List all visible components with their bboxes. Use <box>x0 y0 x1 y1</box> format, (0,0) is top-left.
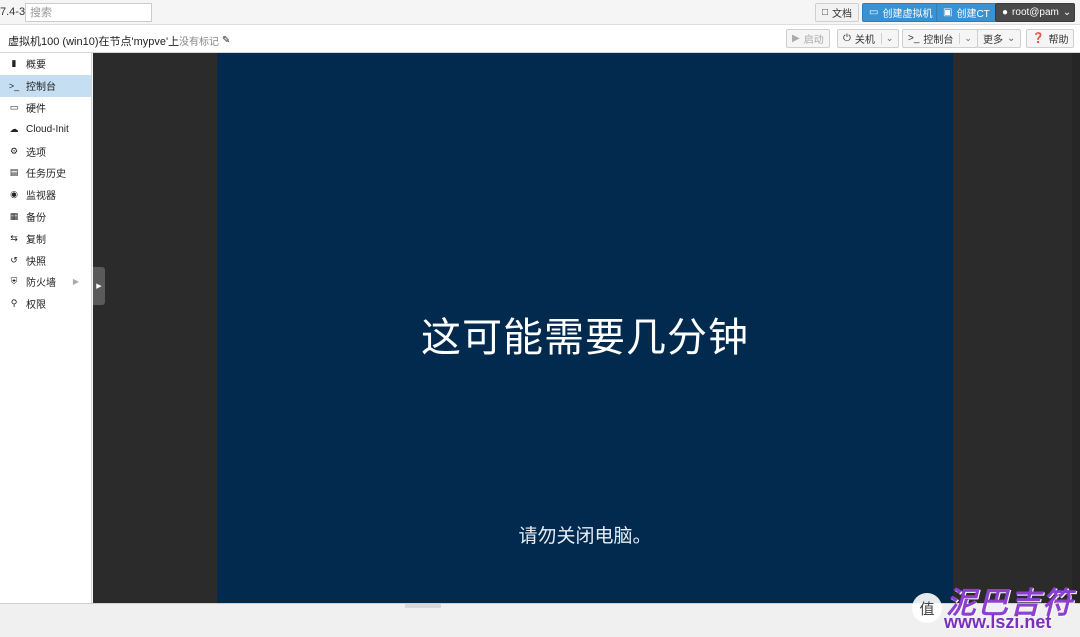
floppy-icon: ▦ <box>9 210 19 221</box>
create-vm-button[interactable]: ▭ 创建虚拟机 <box>862 3 940 22</box>
chevron-down-icon[interactable]: ⌄ <box>959 33 972 44</box>
list-icon: ▤ <box>9 167 19 178</box>
sidebar-item-label: Cloud-Init <box>26 123 69 135</box>
top-bar: 7.4-3 □ 文档 ▭ 创建虚拟机 ▣ 创建CT ● root@pam ⌄ <box>0 0 1080 25</box>
sidebar-item-summary[interactable]: ▮ 概要 <box>0 53 91 75</box>
watermark-badge: 值 <box>912 593 942 623</box>
tag-label: 没有标记 <box>179 37 219 48</box>
sidebar: ▮ 概要 >_ 控制台 ▭ 硬件 ☁ Cloud-Init ⚙ 选项 ▤ 任务历… <box>0 53 92 603</box>
sidebar-item-console[interactable]: >_ 控制台 <box>0 74 91 97</box>
sidebar-item-label: 任务历史 <box>26 169 66 181</box>
sidebar-item-label: 选项 <box>26 147 46 159</box>
cloud-icon: ☁ <box>9 123 19 134</box>
start-label: 启动 <box>803 35 824 46</box>
setup-message: 这可能需要几分钟 <box>421 316 749 360</box>
eye-icon: ◉ <box>10 189 18 200</box>
create-ct-label: 创建CT <box>956 9 990 20</box>
question-icon: ❓ <box>1032 33 1045 44</box>
chevron-down-icon[interactable]: ⌄ <box>880 33 893 44</box>
sidebar-item-label: 防火墙 <box>26 278 56 290</box>
sidebar-item-permissions[interactable]: ⚲ 权限 <box>0 293 91 315</box>
play-icon: ▶ <box>792 33 800 44</box>
sidebar-item-label: 快照 <box>26 256 46 268</box>
watermark-url: www.lszi.net <box>944 612 1052 632</box>
console-viewport[interactable]: ▶ 这可能需要几分钟 请勿关闭电脑。 <box>93 53 1080 603</box>
sidebar-item-snapshots[interactable]: ↺ 快照 <box>0 249 91 271</box>
power-icon: ⏻ <box>843 33 851 44</box>
version-label: 7.4-3 <box>0 6 26 18</box>
sidebar-item-cloud-init[interactable]: ☁ Cloud-Init <box>0 118 91 140</box>
console-label: 控制台 <box>923 35 954 46</box>
sidebar-item-label: 硬件 <box>26 103 46 115</box>
user-label: root@pam <box>1012 7 1059 18</box>
create-vm-label: 创建虚拟机 <box>882 9 933 20</box>
shutdown-label: 关机 <box>854 35 875 46</box>
sidebar-item-replication[interactable]: ⇆ 复制 <box>0 227 91 249</box>
docs-label: 文档 <box>832 9 853 20</box>
sidebar-item-task-history[interactable]: ▤ 任务历史 <box>0 162 91 184</box>
retweet-icon: ⇆ <box>10 232 18 243</box>
terminal-icon: >_ <box>8 80 20 91</box>
console-scrollbar[interactable] <box>1072 53 1080 603</box>
sidebar-item-monitor[interactable]: ◉ 监视器 <box>0 184 91 206</box>
terminal-icon: >_ <box>908 33 920 44</box>
history-icon: ↺ <box>10 254 18 265</box>
sidebar-item-label: 概要 <box>26 60 46 72</box>
shutdown-button[interactable]: ⏻ 关机 ⌄ <box>837 29 900 48</box>
vm-header: 虚拟机100 (win10)在节点'mypve'上 没有标记 ✎ ▶ 启动 ⏻ … <box>0 25 1080 53</box>
help-label: 帮助 <box>1048 35 1069 46</box>
panel-splitter[interactable] <box>405 604 441 608</box>
sidebar-item-label: 控制台 <box>26 82 56 94</box>
monitor-icon: ▭ <box>869 7 879 18</box>
gear-icon: ⚙ <box>9 145 19 156</box>
sidebar-item-hardware[interactable]: ▭ 硬件 <box>0 97 91 119</box>
sidebar-item-label: 复制 <box>26 234 46 246</box>
start-button[interactable]: ▶ 启动 <box>786 29 830 48</box>
sidebar-item-label: 权限 <box>26 300 46 312</box>
help-button[interactable]: ❓ 帮助 <box>1026 29 1075 48</box>
pencil-icon: ✎ <box>222 35 231 46</box>
search-input[interactable] <box>25 3 152 22</box>
sidebar-item-label: 备份 <box>26 212 46 224</box>
sidebar-item-label: 监视器 <box>26 191 56 203</box>
book-icon: □ <box>822 7 829 18</box>
tag-editor[interactable]: 没有标记 ✎ <box>179 33 230 48</box>
vm-screen[interactable]: 这可能需要几分钟 请勿关闭电脑。 <box>217 53 953 603</box>
chevron-down-icon: ⌄ <box>1062 7 1072 18</box>
console-button[interactable]: >_ 控制台 ⌄ <box>902 29 978 48</box>
sidebar-collapse-handle[interactable]: ▶ <box>93 267 105 305</box>
page-title: 虚拟机100 (win10)在节点'mypve'上 <box>8 36 180 48</box>
docs-button[interactable]: □ 文档 <box>815 3 860 22</box>
sidebar-item-backup[interactable]: ▦ 备份 <box>0 206 91 228</box>
create-ct-button[interactable]: ▣ 创建CT <box>936 3 997 22</box>
user-icon: ● <box>1002 7 1009 18</box>
shield-icon: ⛨ <box>10 276 18 287</box>
sidebar-item-firewall[interactable]: ⛨ 防火墙 ▶ <box>0 271 91 293</box>
sidebar-item-options[interactable]: ⚙ 选项 <box>0 140 91 162</box>
more-label: 更多 <box>983 35 1003 46</box>
cube-icon: ▣ <box>943 7 953 18</box>
book-icon: ▮ <box>11 58 17 69</box>
setup-submessage: 请勿关闭电脑。 <box>518 526 652 547</box>
chevron-down-icon: ⌄ <box>1007 33 1016 44</box>
monitor-icon: ▭ <box>9 101 19 112</box>
unlock-icon: ⚲ <box>10 298 18 309</box>
more-button[interactable]: 更多 ⌄ <box>977 29 1022 48</box>
user-menu-button[interactable]: ● root@pam ⌄ <box>995 3 1075 22</box>
chevron-right-icon: ▶ <box>96 283 102 290</box>
chevron-right-icon: ▶ <box>72 277 79 287</box>
